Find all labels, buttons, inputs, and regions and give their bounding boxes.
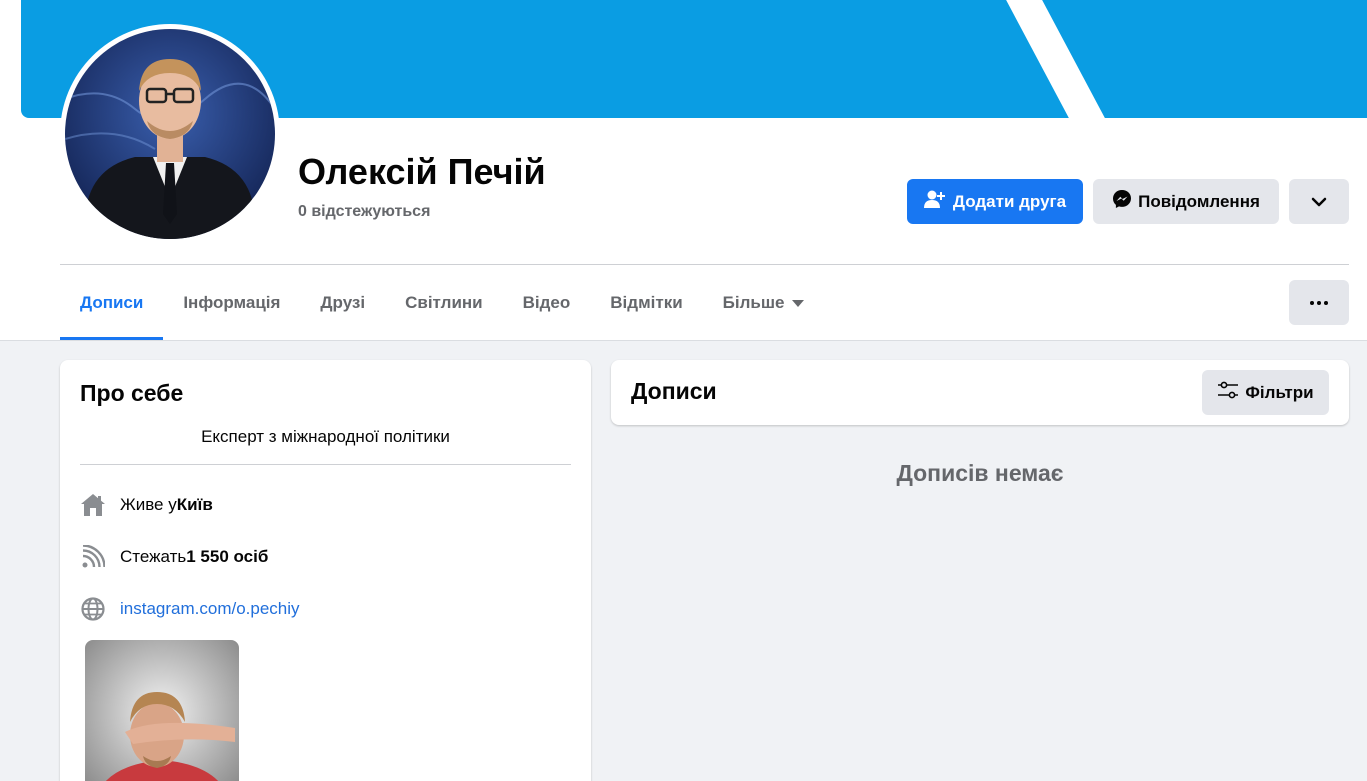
info-lives-in: Живе у Київ	[80, 491, 213, 519]
no-posts-message: Дописів немає	[896, 460, 1064, 486]
profile-options-button[interactable]	[1289, 179, 1349, 224]
profile-tabs: Дописи Інформація Друзі Світлини Відео В…	[60, 266, 824, 340]
posts-card: Дописи Фільтри	[611, 360, 1349, 425]
tab-posts[interactable]: Дописи	[60, 266, 164, 340]
rss-icon	[80, 544, 106, 570]
more-options-button[interactable]	[1289, 280, 1349, 325]
more-dots-icon	[1317, 300, 1321, 305]
tab-more[interactable]: Більше	[703, 266, 825, 340]
tab-label: Інформація	[183, 293, 281, 312]
profile-header: Олексій Печій 0 відстежуються Додати дру…	[0, 0, 1367, 341]
profile-name: Олексій Печій	[298, 151, 546, 192]
tab-photos[interactable]: Світлини	[385, 266, 503, 340]
tab-videos[interactable]: Відео	[503, 266, 591, 340]
featured-photo-image	[85, 640, 239, 781]
followers-count[interactable]: 0 відстежуються	[298, 203, 430, 221]
add-friend-label: Додати друга	[952, 191, 1067, 211]
info-follows-count: 1 550 осіб	[186, 547, 269, 566]
info-followers: Стежать 1 550 осіб	[80, 543, 268, 571]
chevron-down-icon	[1311, 192, 1327, 212]
add-friend-button[interactable]: Додати друга	[907, 179, 1083, 224]
tab-label: Відео	[522, 293, 571, 312]
about-bio: Експерт з міжнародної політики	[201, 427, 450, 446]
tab-tags[interactable]: Відмітки	[590, 266, 702, 340]
about-title: Про себе	[80, 380, 184, 406]
info-follows-prefix: Стежать	[120, 547, 187, 566]
cover-stripe	[995, 0, 1133, 118]
tab-label: Більше	[722, 293, 785, 312]
filters-button[interactable]: Фільтри	[1202, 370, 1329, 415]
about-card: Про себе Експерт з міжнародної політики …	[60, 360, 591, 781]
tab-label: Світлини	[405, 293, 483, 312]
info-lives-city[interactable]: Київ	[177, 495, 213, 515]
add-friend-icon	[923, 189, 946, 214]
info-lives-prefix: Живе у	[120, 495, 177, 514]
tab-label: Відмітки	[610, 293, 683, 312]
profile-avatar[interactable]	[60, 24, 280, 244]
more-dots-icon	[1310, 300, 1314, 305]
caret-down-icon	[792, 299, 805, 307]
tab-about[interactable]: Інформація	[163, 266, 300, 340]
header-divider	[60, 264, 1349, 265]
featured-photo[interactable]	[85, 640, 239, 781]
info-website: instagram.com/o.pechiy	[80, 595, 300, 623]
message-label: Повідомлення	[1138, 191, 1260, 211]
globe-icon	[80, 596, 106, 622]
filters-label: Фільтри	[1245, 382, 1314, 402]
messenger-icon	[1112, 189, 1132, 214]
filter-sliders-icon	[1217, 381, 1239, 404]
posts-title: Дописи	[631, 378, 717, 404]
tab-friends[interactable]: Друзі	[300, 266, 385, 340]
bio-divider	[80, 464, 571, 465]
tab-label: Друзі	[320, 293, 366, 312]
message-button[interactable]: Повідомлення	[1093, 179, 1279, 224]
avatar-photo	[65, 29, 275, 239]
tab-label: Дописи	[80, 293, 144, 312]
home-icon	[80, 492, 106, 518]
website-link[interactable]: instagram.com/o.pechiy	[120, 599, 300, 619]
more-dots-icon	[1324, 300, 1328, 305]
